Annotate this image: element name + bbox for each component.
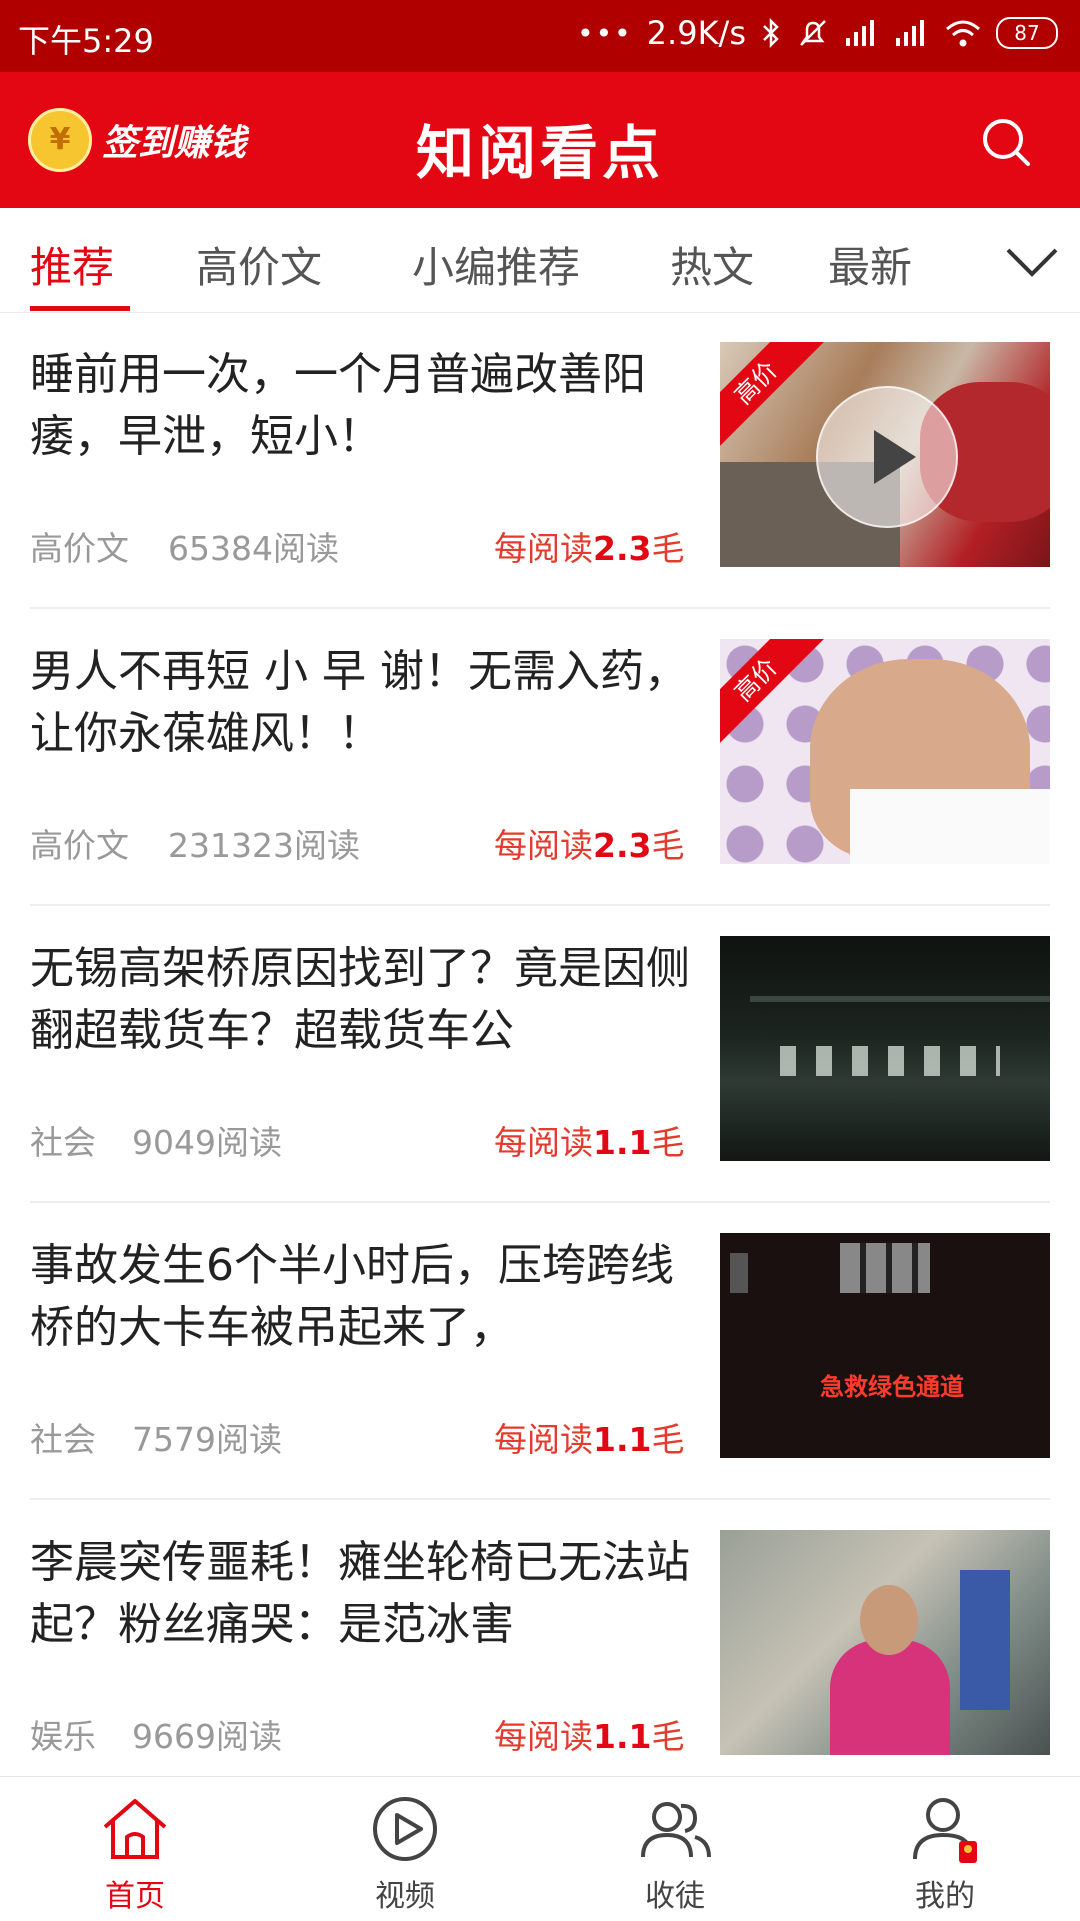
nav-home-label: 首页: [105, 1879, 165, 1914]
high-price-badge: 高价: [720, 639, 827, 751]
article-title[interactable]: 事故发生6个半小时后，压垮跨线桥的大卡车被吊起来了，: [30, 1235, 690, 1359]
article-item[interactable]: 睡前用一次，一个月普遍改善阳痿，早泄，短小！ 高价文 65384阅读 每阅读2.…: [0, 312, 1080, 609]
tab-hot[interactable]: 热文: [670, 234, 754, 295]
article-reads: 7579阅读: [132, 1420, 282, 1459]
active-tab-indicator: [30, 306, 130, 311]
tab-editor-picks[interactable]: 小编推荐: [412, 234, 580, 295]
mute-icon: [800, 20, 826, 46]
play-circle-icon: [373, 1797, 437, 1861]
high-price-badge: 高价: [720, 342, 827, 454]
nav-mine[interactable]: 我的: [845, 1791, 1045, 1915]
article-thumbnail[interactable]: 高价: [720, 639, 1050, 864]
status-bar: 下午5:29 ••• 2.9K/s 87: [0, 0, 1080, 72]
thumbnail-sign-text: 急救绿色通道: [820, 1373, 964, 1401]
article-title[interactable]: 睡前用一次，一个月普遍改善阳痿，早泄，短小！: [30, 344, 690, 468]
nav-video[interactable]: 视频: [305, 1791, 505, 1915]
nav-video-label: 视频: [375, 1879, 435, 1914]
tab-recommend[interactable]: 推荐: [30, 234, 114, 295]
users-icon: [641, 1802, 711, 1858]
article-reward: 每阅读1.1毛: [494, 1123, 685, 1162]
chevron-down-icon[interactable]: [1004, 242, 1060, 282]
article-reads: 9049阅读: [132, 1123, 282, 1162]
notification-dots: •••: [577, 16, 633, 50]
home-icon: [103, 1799, 167, 1859]
article-reward: 每阅读1.1毛: [494, 1717, 685, 1756]
article-category: 高价文: [30, 529, 129, 568]
article-item[interactable]: 李晨突传噩耗！瘫坐轮椅已无法站起？粉丝痛哭：是范冰害 娱乐 9669阅读 每阅读…: [0, 1500, 1080, 1797]
article-thumbnail[interactable]: [720, 1530, 1050, 1755]
article-reward: 每阅读2.3毛: [494, 529, 685, 568]
article-thumbnail[interactable]: 急救绿色通道: [720, 1233, 1050, 1458]
article-category: 娱乐: [30, 1717, 96, 1756]
network-speed: 2.9K/s: [646, 14, 746, 52]
article-thumbnail[interactable]: [720, 936, 1050, 1161]
article-item[interactable]: 事故发生6个半小时后，压垮跨线桥的大卡车被吊起来了， 社会 7579阅读 每阅读…: [0, 1203, 1080, 1500]
article-category: 社会: [30, 1123, 96, 1162]
article-title[interactable]: 男人不再短 小 早 谢！无需入药，让你永葆雄风！！: [30, 641, 690, 765]
bottom-nav: 首页 视频 收徒 我的: [0, 1776, 1080, 1921]
article-category: 高价文: [30, 826, 129, 865]
article-category: 社会: [30, 1420, 96, 1459]
tab-latest[interactable]: 最新: [828, 234, 912, 295]
status-icons: ••• 2.9K/s 87: [577, 14, 1058, 52]
status-time: 下午5:29: [18, 22, 154, 60]
app-title: 知阅看点: [415, 119, 664, 187]
article-thumbnail[interactable]: 高价: [720, 342, 1050, 567]
user-icon: [913, 1798, 977, 1863]
app-header: ¥ 签到赚钱 知阅看点: [0, 72, 1080, 208]
nav-home[interactable]: 首页: [35, 1791, 235, 1915]
bluetooth-icon: [763, 17, 779, 49]
play-icon[interactable]: [816, 386, 958, 528]
signal-icon-1: [846, 20, 874, 46]
article-item[interactable]: 无锡高架桥原因找到了？竟是因侧翻超载货车？超载货车公 社会 9049阅读 每阅读…: [0, 906, 1080, 1203]
nav-mine-label: 我的: [915, 1879, 975, 1914]
article-title[interactable]: 李晨突传噩耗！瘫坐轮椅已无法站起？粉丝痛哭：是范冰害: [30, 1532, 690, 1656]
article-reads: 231323阅读: [168, 826, 360, 865]
article-reward: 每阅读1.1毛: [494, 1420, 685, 1459]
article-reads: 65384阅读: [168, 529, 339, 568]
category-tabs: 推荐 高价文 小编推荐 热文 最新: [0, 208, 1080, 313]
article-reads: 9669阅读: [132, 1717, 282, 1756]
article-item[interactable]: 男人不再短 小 早 谢！无需入药，让你永葆雄风！！ 高价文 231323阅读 每…: [0, 609, 1080, 906]
tab-high-price[interactable]: 高价文: [196, 234, 322, 295]
article-title[interactable]: 无锡高架桥原因找到了？竟是因侧翻超载货车？超载货车公: [30, 938, 690, 1062]
battery-icon: 87: [996, 17, 1058, 49]
nav-apprentice-label: 收徒: [645, 1879, 705, 1914]
search-icon[interactable]: [976, 112, 1036, 172]
nav-apprentice[interactable]: 收徒: [575, 1791, 775, 1915]
signal-icon-2: [896, 20, 924, 46]
wifi-icon: [946, 20, 980, 47]
article-reward: 每阅读2.3毛: [494, 826, 685, 865]
